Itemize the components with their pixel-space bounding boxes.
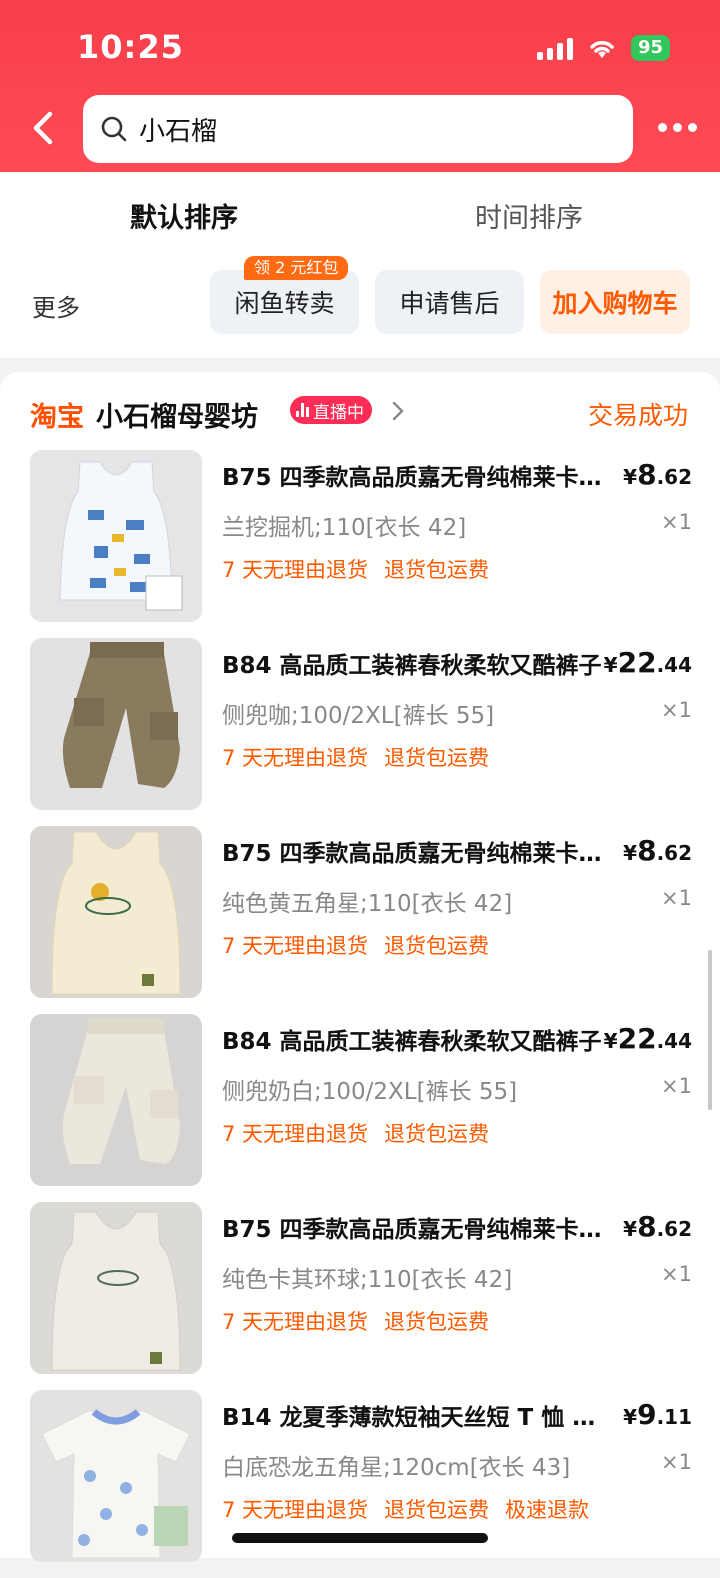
scrollbar[interactable] — [708, 950, 712, 1110]
service-tags: 7 天无理由退货 退货包运费 — [222, 1118, 489, 1148]
service-tag: 退货包运费 — [384, 1310, 490, 1334]
service-tags: 7 天无理由退货 退货包运费 极速退款 — [222, 1494, 589, 1524]
product-spec: 白底恐龙五角星;120cm[衣长 43] — [222, 1455, 571, 1481]
product-thumbnail[interactable] — [30, 826, 202, 998]
order-item[interactable]: B84 高品质工装裤春秋柔软又酷裤子 ¥22.44 侧兜奶白;100/2XL[裤… — [0, 1014, 720, 1202]
product-quantity: ×1 — [661, 1262, 692, 1286]
product-spec: 侧兜咖;100/2XL[裤长 55] — [222, 703, 495, 729]
add-to-cart-button[interactable]: 加入购物车 — [540, 270, 690, 334]
service-tag: 退货包运费 — [384, 1498, 490, 1522]
product-thumbnail[interactable] — [30, 1014, 202, 1186]
battery-icon: 95 — [630, 35, 670, 61]
service-tag: 退货包运费 — [384, 934, 490, 958]
status-icons: 95 — [536, 34, 670, 62]
live-badge-label: 直播中 — [313, 402, 364, 423]
product-title: B75 四季款高品质嘉无骨纯棉莱卡背心 — [222, 841, 602, 867]
search-input[interactable]: 小石榴 — [83, 95, 633, 163]
order-item[interactable]: B84 高品质工装裤春秋柔软又酷裤子 ¥22.44 侧兜咖;100/2XL[裤长… — [0, 638, 720, 826]
live-badge[interactable]: 直播中 — [290, 396, 372, 424]
tab-default-sort[interactable]: 默认排序 — [130, 196, 238, 235]
signal-icon — [536, 36, 573, 60]
wifi-icon — [590, 41, 614, 58]
service-tag: 退货包运费 — [384, 558, 490, 582]
product-price: ¥8.62 — [623, 1210, 692, 1243]
product-spec: 纯色卡其环球;110[衣长 42] — [222, 1267, 513, 1293]
chevron-right-icon[interactable] — [390, 400, 406, 422]
service-tag: 极速退款 — [505, 1498, 590, 1522]
order-item[interactable]: B14 龙夏季薄款短袖天丝短 T 恤 9 色 ¥9.11 白底恐龙五角星;120… — [0, 1390, 720, 1578]
product-title: B14 龙夏季薄款短袖天丝短 T 恤 9 色 — [222, 1405, 602, 1431]
service-tags: 7 天无理由退货 退货包运费 — [222, 742, 489, 772]
shop-name[interactable]: 小石榴母婴坊 — [96, 395, 258, 434]
product-quantity: ×1 — [661, 1450, 692, 1474]
product-price: ¥8.62 — [623, 834, 692, 867]
product-spec: 兰挖掘机;110[衣长 42] — [222, 515, 467, 541]
product-price: ¥8.62 — [623, 458, 692, 491]
product-price: ¥9.11 — [623, 1398, 692, 1431]
more-options-icon[interactable] — [658, 112, 698, 142]
service-tag: 7 天无理由退货 — [222, 1498, 369, 1522]
order-item[interactable]: B75 四季款高品质嘉无骨纯棉莱卡背心 ¥8.62 兰挖掘机;110[衣长 42… — [0, 450, 720, 638]
service-tags: 7 天无理由退货 退货包运费 — [222, 554, 489, 584]
order-status: 交易成功 — [587, 401, 688, 430]
status-time: 10:25 — [77, 28, 184, 66]
product-quantity: ×1 — [661, 1074, 692, 1098]
product-quantity: ×1 — [661, 886, 692, 910]
product-spec: 侧兜奶白;100/2XL[裤长 55] — [222, 1079, 518, 1105]
service-tag: 7 天无理由退货 — [222, 746, 369, 770]
product-thumbnail[interactable] — [30, 638, 202, 810]
product-title: B75 四季款高品质嘉无骨纯棉莱卡背心 — [222, 465, 602, 491]
product-thumbnail[interactable] — [30, 1390, 202, 1562]
product-spec: 纯色黄五角星;110[衣长 42] — [222, 891, 513, 917]
service-tags: 7 天无理由退货 退货包运费 — [222, 930, 489, 960]
search-query: 小石榴 — [139, 116, 218, 147]
service-tag: 7 天无理由退货 — [222, 934, 369, 958]
product-title: B75 四季款高品质嘉无骨纯棉莱卡背心 — [222, 1217, 602, 1243]
product-price: ¥22.44 — [603, 1022, 692, 1055]
home-indicator[interactable] — [232, 1533, 488, 1543]
service-tag: 7 天无理由退货 — [222, 1122, 369, 1146]
product-thumbnail[interactable] — [30, 1202, 202, 1374]
tab-time-sort[interactable]: 时间排序 — [475, 196, 583, 235]
service-tags: 7 天无理由退货 退货包运费 — [222, 1306, 489, 1336]
order-item[interactable]: B75 四季款高品质嘉无骨纯棉莱卡背心 ¥8.62 纯色黄五角星;110[衣长 … — [0, 826, 720, 1014]
product-title: B84 高品质工装裤春秋柔软又酷裤子 — [222, 653, 602, 679]
service-tag: 7 天无理由退货 — [222, 558, 369, 582]
order-item[interactable]: B75 四季款高品质嘉无骨纯棉莱卡背心 ¥8.62 纯色卡其环球;110[衣长 … — [0, 1202, 720, 1390]
product-thumbnail[interactable] — [30, 450, 202, 622]
product-price: ¥22.44 — [603, 646, 692, 679]
back-icon[interactable] — [26, 108, 66, 148]
after-sale-button[interactable]: 申请售后 — [375, 270, 524, 334]
more-label[interactable]: 更多 — [32, 288, 80, 323]
coupon-badge: 领 2 元红包 — [244, 256, 349, 280]
live-icon — [296, 403, 309, 417]
search-icon — [101, 116, 127, 142]
service-tag: 退货包运费 — [384, 1122, 490, 1146]
product-quantity: ×1 — [661, 698, 692, 722]
platform-label: 淘宝 — [30, 402, 84, 433]
product-quantity: ×1 — [661, 510, 692, 534]
service-tag: 7 天无理由退货 — [222, 1310, 369, 1334]
service-tag: 退货包运费 — [384, 746, 490, 770]
product-title: B84 高品质工装裤春秋柔软又酷裤子 — [222, 1029, 602, 1055]
